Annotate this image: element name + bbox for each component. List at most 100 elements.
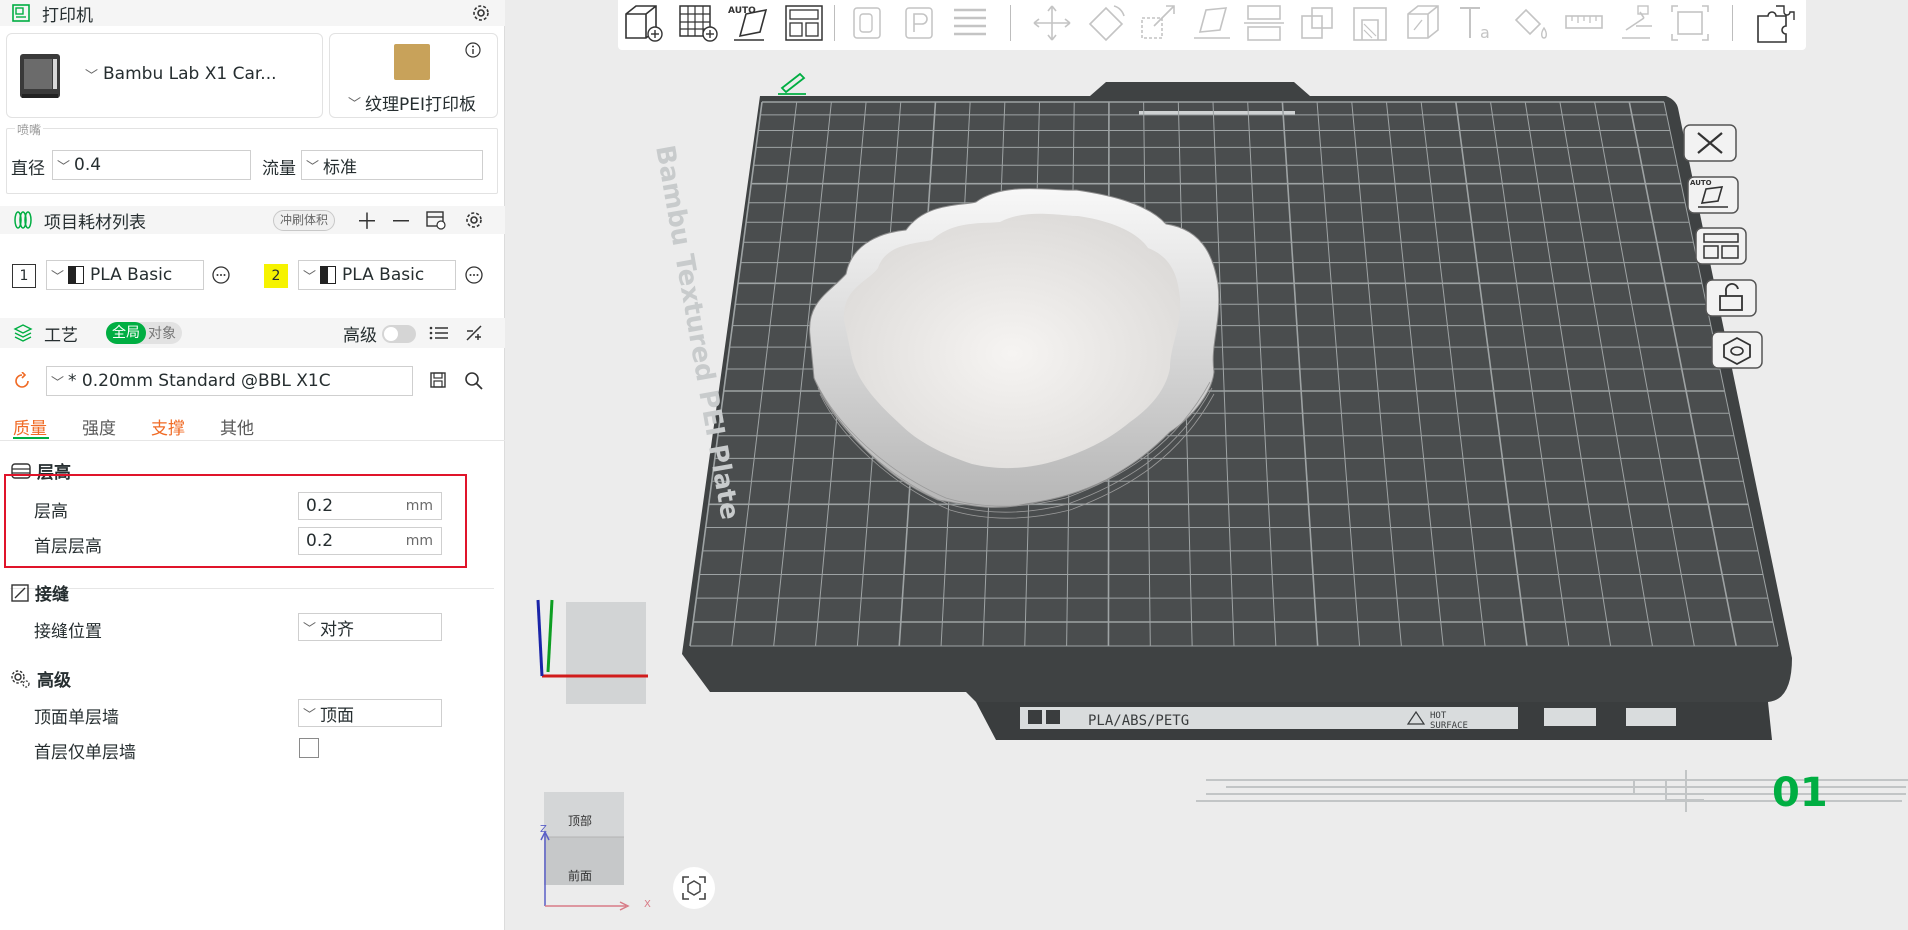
filament-slot-2-index: 2 xyxy=(264,264,288,288)
save-preset-icon[interactable] xyxy=(429,371,447,389)
filament-slot-1-name: PLA Basic xyxy=(90,265,173,285)
printer-section-title: 打印机 xyxy=(42,5,93,26)
seam-paint-icon[interactable] xyxy=(1402,2,1446,44)
move-tool-icon[interactable] xyxy=(1030,2,1074,44)
advanced-gears-icon xyxy=(11,669,31,689)
filament-settings-gear-icon[interactable] xyxy=(464,210,484,230)
sync-filament-icon[interactable] xyxy=(425,210,447,230)
process-preset-value: * 0.20mm Standard @BBL X1C xyxy=(68,371,331,391)
printer-thumbnail xyxy=(15,50,65,102)
filament-slot-2-select[interactable]: ﹀ PLA Basic xyxy=(298,260,456,290)
filament-slot-2-name: PLA Basic xyxy=(342,265,425,285)
delete-plate-icon[interactable] xyxy=(1682,123,1738,165)
nozzle-diameter-select[interactable]: ﹀ 0.4 xyxy=(52,150,251,180)
lay-on-face-icon[interactable] xyxy=(1190,2,1234,44)
add-plate-icon[interactable] xyxy=(676,2,720,44)
group-divider xyxy=(10,588,494,589)
advanced-toggle[interactable] xyxy=(382,325,416,343)
assembly-tool-icon[interactable] xyxy=(1614,2,1658,44)
edit-plate-name-icon[interactable] xyxy=(778,72,806,95)
tab-others[interactable]: 其他 xyxy=(220,414,254,439)
global-object-toggle[interactable]: 全局 对象 xyxy=(106,322,182,344)
split-objects-icon[interactable] xyxy=(846,2,890,44)
first-layer-height-input[interactable]: 0.2 mm xyxy=(298,527,442,555)
arrange-plate-icon[interactable] xyxy=(1694,226,1750,268)
variable-layer-height-icon[interactable] xyxy=(948,2,992,44)
process-section-title: 工艺 xyxy=(44,325,78,346)
split-parts-icon[interactable] xyxy=(898,2,942,44)
toggle-global[interactable]: 全局 xyxy=(106,322,146,344)
tab-support[interactable]: 支撑 xyxy=(151,414,185,439)
plate-type: 纹理PEI打印板 xyxy=(365,95,477,115)
compare-presets-icon[interactable] xyxy=(464,323,484,343)
layer-height-label: 层高 xyxy=(34,502,68,522)
plugins-puzzle-icon[interactable] xyxy=(1754,2,1798,44)
filament-spool-icon xyxy=(12,210,34,230)
plate-settings-icon[interactable] xyxy=(1710,330,1766,372)
list-view-icon[interactable] xyxy=(429,325,449,341)
filament-slot-1-select[interactable]: ﹀ PLA Basic xyxy=(46,260,204,290)
view-cube[interactable]: 顶部 前面 Z X xyxy=(536,780,656,920)
reset-preset-icon[interactable] xyxy=(13,372,31,390)
flush-volume-button[interactable]: 冲刷体积 xyxy=(273,210,336,231)
view-cube-top[interactable]: 顶部 xyxy=(568,812,592,829)
printer-icon xyxy=(10,3,32,23)
process-layers-icon xyxy=(12,324,34,342)
cut-tool-icon[interactable] xyxy=(1242,2,1286,44)
text-tool-icon[interactable]: a xyxy=(1456,2,1500,44)
add-filament-icon[interactable]: ＋ xyxy=(356,204,378,236)
tab-active-indicator xyxy=(13,437,49,439)
layer-height-input[interactable]: 0.2 mm xyxy=(298,492,442,520)
plate-strip-text: PLA/ABS/PETG xyxy=(1088,713,1189,729)
filament-slot-2-more-icon[interactable] xyxy=(465,266,483,284)
toolbar-divider xyxy=(1010,5,1011,41)
process-section-header: 工艺 全局 对象 高级 xyxy=(0,318,505,348)
auto-orient-plate-button[interactable]: AUTO xyxy=(1686,175,1742,217)
tab-quality[interactable]: 质量 xyxy=(13,414,47,439)
filament-section-title: 项目耗材列表 xyxy=(44,212,146,233)
toggle-object[interactable]: 对象 xyxy=(146,323,176,343)
measure-tool-icon[interactable] xyxy=(1562,2,1606,44)
nozzle-flow-select[interactable]: ﹀ 标准 xyxy=(301,150,483,180)
reset-camera-button[interactable] xyxy=(673,867,715,909)
advanced-label: 高级 xyxy=(343,325,377,346)
filament-slot-1-more-icon[interactable] xyxy=(212,266,230,284)
plate-number: 01 xyxy=(1772,770,1828,816)
scale-tool-icon[interactable] xyxy=(1136,2,1180,44)
printer-section-header: 打印机 xyxy=(0,0,505,26)
axis-origin-gizmo xyxy=(536,599,648,704)
plate-info-icon[interactable] xyxy=(465,42,481,58)
printer-settings-gear-icon[interactable] xyxy=(471,3,491,23)
first-layer-single-wall-label: 首层仅单层墙 xyxy=(34,743,136,763)
boolean-tool-icon[interactable] xyxy=(1296,2,1340,44)
rotate-tool-icon[interactable] xyxy=(1084,2,1128,44)
top-single-wall-select[interactable]: ﹀ 顶面 xyxy=(298,699,442,727)
view-cube-front[interactable]: 前面 xyxy=(568,867,592,884)
remove-filament-icon[interactable]: － xyxy=(390,204,412,236)
support-paint-icon[interactable] xyxy=(1348,2,1392,44)
lock-plate-icon[interactable] xyxy=(1704,278,1760,320)
seam-group-title: 接缝 xyxy=(11,580,69,605)
plate-strip: PLA/ABS/PETG HOT SURFACE xyxy=(976,702,1772,740)
first-layer-height-label: 首层层高 xyxy=(34,537,102,557)
first-layer-single-wall-checkbox[interactable] xyxy=(299,738,319,758)
search-icon[interactable] xyxy=(464,371,484,391)
nozzle-group-title: 喷嘴 xyxy=(15,121,44,138)
fit-view-icon[interactable] xyxy=(1668,2,1712,44)
svg-text:HOT: HOT xyxy=(1430,711,1447,721)
tabs-divider xyxy=(0,440,505,441)
plate-card[interactable]: ﹀ 纹理PEI打印板 xyxy=(329,33,498,118)
top-single-wall-label: 顶面单层墙 xyxy=(34,708,119,728)
process-preset-select[interactable]: ﹀ * 0.20mm Standard @BBL X1C xyxy=(46,366,413,396)
nozzle-flow-value: 标准 xyxy=(323,157,358,178)
seam-icon xyxy=(11,583,29,602)
printer-card[interactable]: ﹀ Bambu Lab X1 Car... xyxy=(6,33,323,118)
add-object-icon[interactable] xyxy=(622,2,666,44)
arrange-icon[interactable] xyxy=(782,2,826,44)
seam-position-select[interactable]: ﹀ 对齐 xyxy=(298,613,442,641)
axis-x-label: X xyxy=(644,899,651,910)
auto-orient-button[interactable]: AUTO xyxy=(728,2,772,44)
color-paint-icon[interactable] xyxy=(1508,2,1552,44)
tab-strength[interactable]: 强度 xyxy=(82,414,116,439)
auto-orient-icon xyxy=(734,8,768,41)
